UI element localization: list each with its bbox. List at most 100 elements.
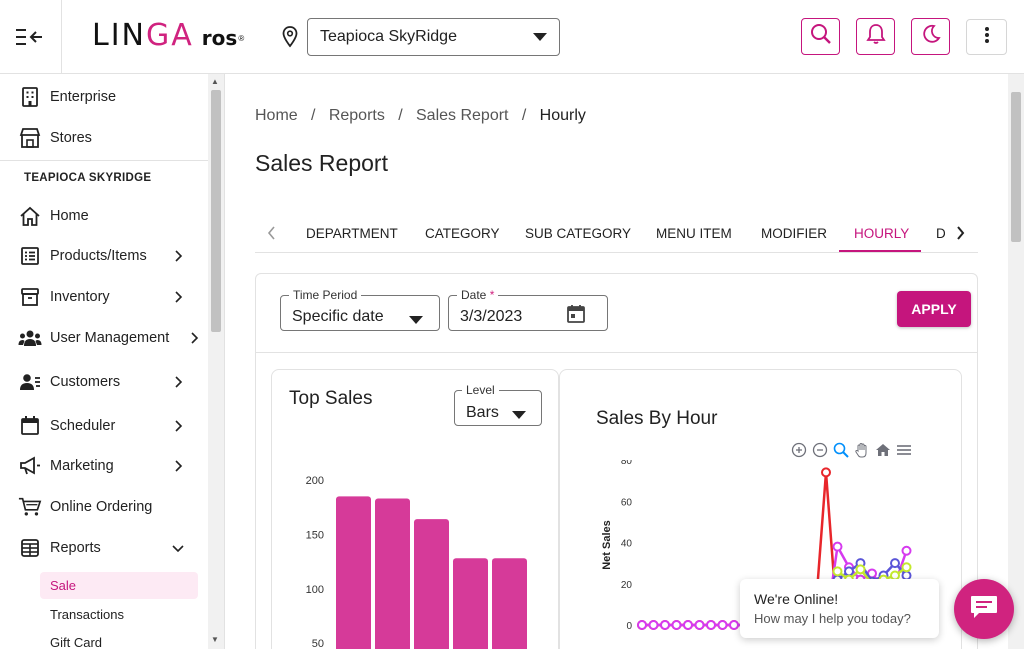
tabs-scroll-right-icon[interactable] bbox=[951, 224, 969, 242]
filter-row: Time Period Specific date Date * 3/3/202… bbox=[256, 274, 977, 353]
data-point[interactable] bbox=[844, 566, 854, 577]
sidebar-item-enterprise[interactable]: Enterprise bbox=[0, 77, 208, 117]
data-point[interactable] bbox=[729, 620, 739, 630]
store-select[interactable]: Teapioca SkyRidge bbox=[307, 18, 560, 56]
notifications-button[interactable] bbox=[856, 18, 895, 55]
data-point[interactable] bbox=[832, 541, 843, 552]
tab-sub-category[interactable]: SUB CATEGORY bbox=[525, 214, 631, 253]
data-point[interactable] bbox=[671, 620, 682, 630]
store-heading: TEAPIOCA SKYRIDGE bbox=[0, 160, 208, 194]
more-options-button[interactable] bbox=[966, 19, 1007, 55]
apply-button[interactable]: APPLY bbox=[897, 291, 971, 327]
calendar-icon[interactable] bbox=[566, 304, 586, 329]
report-tabs: DEPARTMENT CATEGORY SUB CATEGORY MENU IT… bbox=[255, 214, 978, 253]
data-point[interactable] bbox=[683, 620, 693, 630]
box-icon bbox=[18, 285, 42, 309]
users-icon bbox=[18, 326, 42, 350]
bell-icon bbox=[865, 23, 886, 50]
search-button[interactable] bbox=[801, 18, 840, 55]
sidebar-item-marketing[interactable]: Marketing bbox=[0, 446, 208, 486]
sidebar-item-scheduler[interactable]: Scheduler bbox=[0, 406, 208, 446]
data-point[interactable] bbox=[717, 620, 728, 630]
sidebar-scrollbar-thumb[interactable] bbox=[211, 90, 221, 332]
y-tick-label: 40 bbox=[621, 539, 633, 550]
data-point[interactable] bbox=[821, 467, 831, 478]
bar[interactable] bbox=[375, 498, 410, 649]
sidebar-item-reports[interactable]: Reports bbox=[0, 528, 208, 568]
chevron-right-icon bbox=[172, 250, 184, 262]
bar[interactable] bbox=[492, 558, 527, 649]
chevron-right-icon bbox=[172, 460, 184, 472]
sidebar-item-stores[interactable]: Stores bbox=[0, 118, 208, 158]
data-point[interactable] bbox=[660, 620, 670, 630]
main-scrollbar-thumb[interactable] bbox=[1011, 92, 1021, 242]
tab-hourly[interactable]: HOURLY bbox=[854, 214, 909, 253]
bar[interactable] bbox=[453, 558, 488, 649]
more-vertical-icon bbox=[984, 26, 990, 49]
scroll-down-arrow-icon[interactable]: ▼ bbox=[211, 635, 219, 644]
linga-logo[interactable]: LINGA ros ® bbox=[92, 18, 244, 58]
level-select[interactable]: Level Bars bbox=[454, 383, 542, 426]
tab-modifier[interactable]: MODIFIER bbox=[761, 214, 827, 253]
time-period-value: Specific date bbox=[292, 308, 384, 325]
sidebar-item-label: Enterprise bbox=[50, 89, 117, 105]
sidebar-subitem-gift-card[interactable]: Gift Card bbox=[40, 629, 198, 649]
scroll-up-arrow-icon[interactable]: ▲ bbox=[211, 77, 219, 86]
sidebar-item-online-ordering[interactable]: Online Ordering bbox=[0, 487, 208, 527]
y-tick-label: 150 bbox=[306, 529, 324, 541]
reports-icon bbox=[18, 536, 42, 560]
time-period-select[interactable]: Time Period Specific date bbox=[280, 288, 440, 331]
tabs-scroll-left-icon[interactable] bbox=[263, 224, 281, 242]
date-value: 3/3/2023 bbox=[460, 308, 523, 325]
tab-department[interactable]: DEPARTMENT bbox=[306, 214, 398, 253]
breadcrumb-reports[interactable]: Reports bbox=[329, 107, 385, 125]
active-tab-indicator bbox=[839, 250, 921, 252]
breadcrumb-home[interactable]: Home bbox=[255, 107, 298, 125]
data-point[interactable] bbox=[855, 564, 866, 575]
y-tick-label: 60 bbox=[621, 497, 633, 508]
sidebar-subitem-sale[interactable]: Sale bbox=[40, 572, 198, 599]
top-bar: LINGA ros ® Teapioca SkyRidge bbox=[0, 0, 1024, 74]
data-point[interactable] bbox=[648, 620, 659, 630]
bar[interactable] bbox=[414, 519, 449, 649]
chat-bubble[interactable]: We're Online! How may I help you today? bbox=[740, 579, 939, 638]
sidebar-item-products[interactable]: Products/Items bbox=[0, 236, 208, 276]
building-icon bbox=[18, 85, 42, 109]
tab-category[interactable]: CATEGORY bbox=[425, 214, 500, 253]
data-point[interactable] bbox=[694, 620, 705, 630]
data-point[interactable] bbox=[706, 620, 716, 630]
dark-mode-button[interactable] bbox=[911, 18, 950, 55]
calendar-icon bbox=[18, 414, 42, 438]
date-field[interactable]: Date * 3/3/2023 bbox=[448, 288, 608, 331]
top-sales-chart: 200 150 100 50 bbox=[306, 475, 527, 649]
bar[interactable] bbox=[336, 496, 371, 649]
sidebar-item-inventory[interactable]: Inventory bbox=[0, 277, 208, 317]
sidebar-item-customers[interactable]: Customers bbox=[0, 362, 208, 402]
data-point[interactable] bbox=[637, 620, 647, 630]
chevron-down-icon bbox=[533, 28, 547, 46]
data-point[interactable] bbox=[901, 545, 912, 556]
sidebar-item-label: Reports bbox=[50, 540, 101, 556]
breadcrumb-current: Hourly bbox=[539, 107, 586, 124]
data-point[interactable] bbox=[901, 562, 912, 573]
sidebar-item-label: Customers bbox=[50, 374, 121, 390]
sidebar-item-user-management[interactable]: User Management bbox=[0, 318, 208, 358]
sidebar-subitem-transactions[interactable]: Transactions bbox=[40, 601, 198, 628]
tab-menu-item[interactable]: MENU ITEM bbox=[656, 214, 732, 253]
collapse-menu-icon[interactable] bbox=[14, 24, 44, 50]
sidebar-item-home[interactable]: Home bbox=[0, 196, 208, 236]
search-icon bbox=[810, 23, 832, 50]
y-tick-label: 80 bbox=[621, 460, 633, 467]
data-point[interactable] bbox=[890, 558, 900, 569]
moon-icon bbox=[921, 24, 941, 49]
y-tick-label: 50 bbox=[312, 638, 324, 649]
sales-by-hour-title: Sales By Hour bbox=[596, 408, 718, 429]
chat-button[interactable] bbox=[954, 579, 1014, 639]
breadcrumb-sales-report[interactable]: Sales Report bbox=[416, 107, 509, 125]
chat-icon bbox=[969, 594, 999, 625]
chevron-down-icon bbox=[512, 406, 526, 424]
tab-truncated[interactable]: D bbox=[936, 214, 945, 253]
data-point[interactable] bbox=[832, 566, 843, 577]
top-sales-title: Top Sales bbox=[289, 388, 373, 409]
list-icon bbox=[18, 244, 42, 268]
